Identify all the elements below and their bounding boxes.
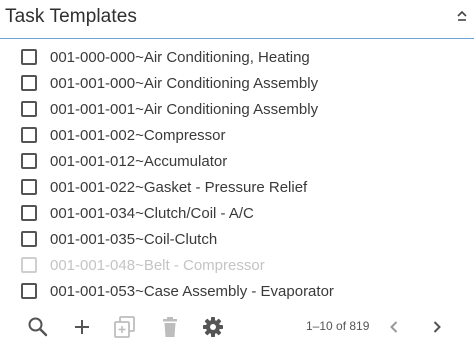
item-checkbox[interactable] — [21, 179, 37, 195]
item-checkbox[interactable] — [21, 153, 37, 169]
next-page-button[interactable] — [424, 314, 450, 340]
list-item[interactable]: 001-001-001~Air Conditioning Assembly — [0, 97, 474, 123]
pagination-range: 1–10 of 819 — [306, 319, 370, 333]
plus-icon — [75, 320, 89, 334]
item-checkbox[interactable] — [21, 127, 37, 143]
list-item[interactable]: 001-001-035~Coil-Clutch — [0, 227, 474, 253]
item-checkbox[interactable] — [21, 49, 37, 65]
task-templates-panel: Task Templates 001-000-000~Air Condition… — [0, 0, 474, 351]
duplicate-button — [112, 314, 138, 340]
item-checkbox[interactable] — [21, 101, 37, 117]
list-item[interactable]: 001-001-022~Gasket - Pressure Relief — [0, 175, 474, 201]
panel-title: Task Templates — [5, 6, 137, 27]
gear-icon — [203, 317, 223, 337]
item-label: 001-001-035~Coil-Clutch — [50, 231, 218, 248]
item-checkbox[interactable] — [21, 231, 37, 247]
item-label: 001-001-001~Air Conditioning Assembly — [50, 101, 319, 118]
list-item-disabled: 001-001-048~Belt - Compressor — [0, 253, 474, 279]
item-label: 001-001-002~Compressor — [50, 127, 226, 144]
task-template-list: 001-000-000~Air Conditioning, Heating 00… — [0, 45, 474, 305]
list-item[interactable]: 001-001-012~Accumulator — [0, 149, 474, 175]
chevron-up-icon — [457, 10, 467, 21]
item-label: 001-001-012~Accumulator — [50, 153, 228, 170]
item-label: 001-000-000~Air Conditioning, Heating — [50, 49, 310, 66]
list-item[interactable]: 001-001-000~Air Conditioning Assembly — [0, 71, 474, 97]
add-button[interactable] — [69, 314, 95, 340]
collapse-button[interactable] — [454, 8, 470, 26]
item-checkbox[interactable] — [21, 205, 37, 221]
item-label: 001-001-053~Case Assembly - Evaporator — [50, 283, 334, 300]
list-toolbar: 1–10 of 819 — [0, 312, 474, 342]
search-button[interactable] — [25, 314, 51, 340]
list-item[interactable]: 001-000-000~Air Conditioning, Heating — [0, 45, 474, 71]
item-label: 001-001-000~Air Conditioning Assembly — [50, 75, 319, 92]
item-checkbox[interactable] — [21, 75, 37, 91]
item-label: 001-001-034~Clutch/Coil - A/C — [50, 205, 254, 222]
item-label: 001-001-048~Belt - Compressor — [50, 257, 265, 274]
item-checkbox — [21, 257, 37, 273]
delete-button — [157, 314, 183, 340]
chevron-left-icon — [390, 321, 398, 333]
chevron-right-icon — [433, 321, 441, 333]
list-item[interactable]: 001-001-002~Compressor — [0, 123, 474, 149]
item-checkbox[interactable] — [21, 283, 37, 299]
copy-icon — [114, 316, 135, 338]
trash-icon — [163, 317, 177, 337]
search-icon — [28, 317, 48, 337]
panel-header: Task Templates — [0, 0, 474, 39]
settings-button[interactable] — [200, 314, 226, 340]
item-label: 001-001-022~Gasket - Pressure Relief — [50, 179, 308, 196]
previous-page-button — [381, 314, 407, 340]
list-item[interactable]: 001-001-034~Clutch/Coil - A/C — [0, 201, 474, 227]
list-item[interactable]: 001-001-053~Case Assembly - Evaporator — [0, 279, 474, 305]
